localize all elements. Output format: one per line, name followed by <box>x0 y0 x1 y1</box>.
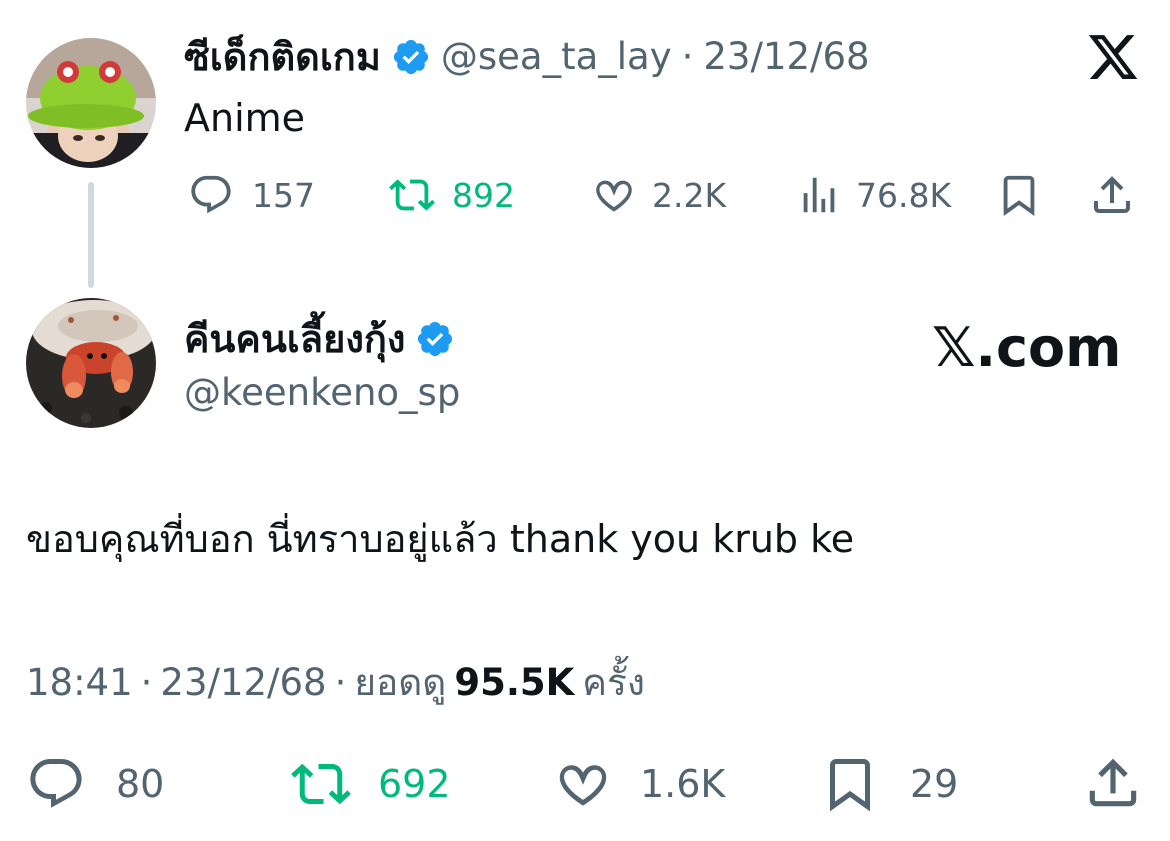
main-bookmark-count: 29 <box>910 762 959 806</box>
main-display-name[interactable]: คีนคนเลี้ยงกุ้ง <box>184 316 405 362</box>
quoted-retweet-button[interactable]: 892 <box>386 172 515 218</box>
quoted-views-count: 76.8K <box>856 175 952 215</box>
main-tweet-text: ขอบคุณที่บอก นี่ทราบอยู่แล้ว thank you k… <box>26 517 855 561</box>
verified-badge-icon <box>418 321 453 357</box>
avatar-image <box>26 38 156 168</box>
quoted-retweet-count: 892 <box>452 175 515 215</box>
quoted-tweet-text: Anime <box>184 96 306 140</box>
views-icon <box>803 177 835 213</box>
x-logo-icon[interactable] <box>1086 30 1140 84</box>
main-tweet-header: คีนคนเลี้ยงกุ้ง <box>184 316 455 362</box>
avatar-sea-ta-lay[interactable] <box>26 38 156 168</box>
main-retweet-button[interactable]: 692 <box>288 754 451 814</box>
like-icon <box>559 765 607 806</box>
reply-icon <box>30 759 82 808</box>
main-handle[interactable]: @keenkeno_sp <box>184 370 460 416</box>
main-tweet-meta: 18:41 · 23/12/68 · ยอดดู 95.5K ครั้ง <box>26 660 645 706</box>
tweet-time[interactable]: 18:41 <box>26 660 133 706</box>
quoted-handle[interactable]: @sea_ta_lay <box>441 34 672 80</box>
quoted-share-button[interactable] <box>1088 172 1136 218</box>
quoted-display-name[interactable]: ซีเด็กติดเกม <box>184 34 381 80</box>
quoted-date[interactable]: 23/12/68 <box>703 34 869 80</box>
quoted-like-count: 2.2K <box>652 175 727 215</box>
main-share-button[interactable] <box>1082 752 1144 814</box>
views-suffix: ครั้ง <box>582 661 645 704</box>
reply-icon <box>191 175 231 214</box>
avatar-keenkeno-sp[interactable] <box>26 298 156 428</box>
quoted-separator: · <box>681 35 694 78</box>
main-retweet-count: 692 <box>378 762 451 806</box>
main-bookmark-button[interactable]: 29 <box>820 754 958 814</box>
main-like-count: 1.6K <box>640 762 726 806</box>
share-icon <box>1094 176 1130 213</box>
quoted-reply-count: 157 <box>252 175 315 215</box>
x-com-watermark: 𝕏.com <box>932 316 1122 379</box>
bookmark-icon <box>1003 175 1035 216</box>
main-reply-count: 80 <box>116 762 165 806</box>
retweet-icon <box>389 179 435 211</box>
quoted-views-button[interactable]: 76.8K <box>796 172 951 218</box>
quoted-bookmark-button[interactable] <box>996 172 1042 218</box>
x-logo-svg <box>1088 35 1138 79</box>
quoted-reply-button[interactable]: 157 <box>188 172 315 218</box>
quoted-tweet-header: ซีเด็กติดเกม @sea_ta_lay · 23/12/68 <box>184 34 870 80</box>
share-icon <box>1089 758 1137 807</box>
retweet-icon <box>291 763 351 805</box>
meta-separator: · <box>140 661 153 704</box>
main-like-button[interactable]: 1.6K <box>552 754 725 814</box>
tweet-date[interactable]: 23/12/68 <box>160 660 326 706</box>
thread-connector-line <box>88 182 94 288</box>
avatar-image <box>26 298 156 428</box>
meta-separator: · <box>334 661 347 704</box>
bookmark-icon <box>830 759 870 812</box>
views-label: ยอดดู <box>354 661 447 704</box>
like-icon <box>596 180 632 212</box>
quoted-like-button[interactable]: 2.2K <box>590 172 726 218</box>
main-reply-button[interactable]: 80 <box>26 754 164 814</box>
verified-badge-icon <box>393 39 428 75</box>
views-count: 95.5K <box>454 661 575 704</box>
